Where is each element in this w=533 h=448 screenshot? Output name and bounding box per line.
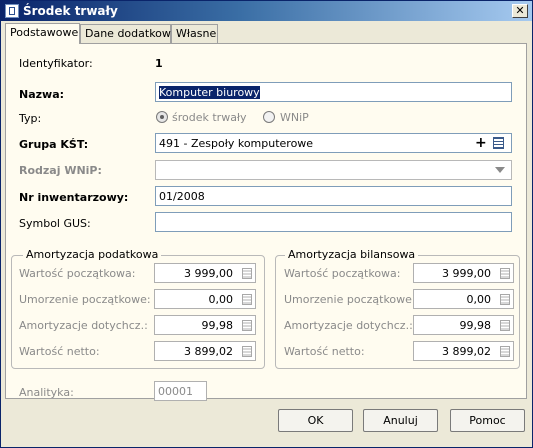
typ-radio-srodek-trwaly[interactable]: [156, 111, 168, 123]
calculator-icon[interactable]: [500, 320, 510, 331]
amortyzacja-podatkowa-title: Amortyzacja podatkowa: [23, 248, 162, 261]
grupa-kst-value: 491 - Zespoły komputerowe: [159, 137, 314, 150]
tab-label: Podstawowe: [10, 26, 79, 39]
ok-button[interactable]: OK: [278, 409, 353, 432]
identyfikator-value: 1: [155, 57, 163, 70]
nazwa-label: Nazwa:: [19, 88, 65, 101]
bilansowa-wartosc-netto-value: 3 899,02: [442, 345, 491, 358]
rodzaj-wnip-select[interactable]: [155, 160, 512, 180]
calculator-icon[interactable]: [242, 346, 252, 357]
tab-label: Dane dodatkowe: [85, 27, 178, 40]
analityka-label: Analityka:: [19, 386, 74, 399]
typ-option-srodek-trwaly: środek trwały: [172, 111, 247, 124]
analityka-input[interactable]: 00001: [154, 381, 207, 401]
calculator-icon[interactable]: [242, 268, 252, 279]
calculator-icon[interactable]: [500, 294, 510, 305]
podatkowa-label-wartosc-poczatkowa: Wartość początkowa:: [19, 267, 136, 280]
nr-inwentarzowy-input[interactable]: 01/2008: [155, 186, 512, 206]
close-icon: ✕: [515, 4, 525, 17]
close-button[interactable]: ✕: [512, 4, 528, 18]
tab-podstawowe[interactable]: Podstawowe: [5, 23, 80, 44]
bilansowa-umorzenie-value: 0,00: [466, 293, 492, 306]
grupa-kst-input[interactable]: 491 - Zespoły komputerowe: [155, 133, 512, 153]
rodzaj-wnip-label: Rodzaj WNiP:: [19, 164, 102, 177]
podatkowa-label-wartosc-netto: Wartość netto:: [19, 345, 100, 358]
chevron-down-icon[interactable]: [495, 167, 505, 173]
podatkowa-wartosc-poczatkowa-value: 3 999,00: [184, 267, 233, 280]
list-icon[interactable]: [493, 137, 504, 149]
bilansowa-label-umorzenie: Umorzenie początkowe:: [284, 293, 416, 306]
window-title: Środek trwały: [23, 4, 118, 18]
nazwa-input[interactable]: Komputer biurowy: [155, 82, 512, 102]
bilansowa-label-wartosc-poczatkowa: Wartość początkowa:: [284, 267, 401, 280]
bilansowa-wartosc-netto-field[interactable]: 3 899,02: [413, 341, 514, 361]
bilansowa-wartosc-poczatkowa-value: 3 999,00: [442, 267, 491, 280]
calculator-icon[interactable]: [242, 294, 252, 305]
grupa-kst-label: Grupa KŚT:: [19, 138, 89, 151]
calculator-icon[interactable]: [500, 268, 510, 279]
podatkowa-wartosc-poczatkowa-field[interactable]: 3 999,00: [154, 263, 256, 283]
bilansowa-wartosc-poczatkowa-field[interactable]: 3 999,00: [413, 263, 514, 283]
podatkowa-label-umorzenie: Umorzenie początkowe:: [19, 293, 151, 306]
bilansowa-label-wartosc-netto: Wartość netto:: [284, 345, 365, 358]
podatkowa-umorzenie-value: 0,00: [208, 293, 234, 306]
bilansowa-amortyzacje-value: 99,98: [459, 319, 492, 332]
identyfikator-label: Identyfikator:: [19, 57, 93, 70]
bilansowa-label-amortyzacje: Amortyzacje dotychcz.:: [284, 319, 413, 332]
bilansowa-amortyzacje-field[interactable]: 99,98: [413, 315, 514, 335]
podatkowa-wartosc-netto-value: 3 899,02: [184, 345, 233, 358]
analityka-value: 00001: [158, 385, 193, 398]
podatkowa-amortyzacje-value: 99,98: [201, 319, 234, 332]
podatkowa-umorzenie-field[interactable]: 0,00: [154, 289, 256, 309]
tab-wlasne[interactable]: Własne: [171, 24, 218, 43]
bilansowa-umorzenie-field[interactable]: 0,00: [413, 289, 514, 309]
add-icon[interactable]: +: [475, 135, 487, 151]
tab-dane-dodatkowe[interactable]: Dane dodatkowe: [80, 24, 178, 43]
cancel-button[interactable]: Anuluj: [363, 409, 438, 432]
calculator-icon[interactable]: [242, 320, 252, 331]
podatkowa-amortyzacje-field[interactable]: 99,98: [154, 315, 256, 335]
dialog-window: Środek trwały ✕ Podstawowe Dane dodatkow…: [0, 0, 533, 448]
typ-radio-wnip[interactable]: [263, 111, 275, 123]
nr-inwentarzowy-value: 01/2008: [159, 190, 205, 203]
typ-label: Typ:: [19, 112, 42, 125]
help-button[interactable]: Pomoc: [450, 409, 525, 432]
nr-inwentarzowy-label: Nr inwentarzowy:: [19, 191, 129, 204]
title-bar[interactable]: Środek trwały ✕: [1, 1, 532, 21]
calculator-icon[interactable]: [500, 346, 510, 357]
tab-label: Własne: [176, 27, 217, 40]
symbol-gus-input[interactable]: [155, 212, 512, 232]
symbol-gus-label: Symbol GUS:: [19, 217, 91, 230]
podatkowa-label-amortyzacje: Amortyzacje dotychcz.:: [19, 319, 148, 332]
typ-option-wnip: WNiP: [280, 111, 309, 124]
app-icon: [5, 4, 19, 18]
nazwa-value: Komputer biurowy: [159, 86, 260, 99]
amortyzacja-bilansowa-title: Amortyzacja bilansowa: [285, 248, 419, 261]
podatkowa-wartosc-netto-field[interactable]: 3 899,02: [154, 341, 256, 361]
